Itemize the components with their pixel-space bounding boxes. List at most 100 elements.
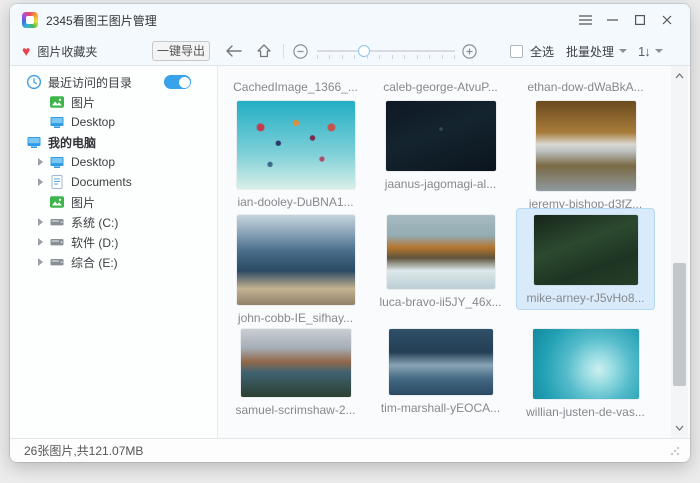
thumbnail-image[interactable] [386, 101, 496, 171]
sidebar-item-图片[interactable]: 图片 [10, 92, 217, 112]
zoom-out-button[interactable] [293, 36, 308, 66]
sidebar-item-label: Documents [71, 175, 132, 189]
sidebar-item-label: Desktop [71, 115, 115, 129]
resize-grip-icon[interactable] [670, 446, 680, 456]
gallery-item-name: willian-justen-de-vas... [526, 405, 645, 419]
gallery-item[interactable]: willian-justen-de-vas... [513, 322, 658, 436]
sidebar-recent-label: 最近访问的目录 [48, 74, 132, 91]
sort-icon: 1↓ [638, 44, 650, 59]
gallery-item[interactable]: CachedImage_1366_... [223, 66, 368, 94]
thumbnail-image[interactable] [533, 329, 639, 399]
minimize-button[interactable] [599, 9, 626, 31]
gallery-item-box[interactable]: samuel-scrimshaw-2... [225, 322, 365, 422]
gallery-item-box[interactable]: jaanus-jagomagi-al... [375, 94, 506, 196]
drive-icon [49, 254, 65, 270]
export-button[interactable]: 一键导出 [152, 41, 210, 61]
sidebar-item-desktop[interactable]: Desktop [10, 152, 217, 172]
scroll-down-icon[interactable] [671, 420, 688, 436]
gallery-item-name: luca-bravo-ii5JY_46x... [379, 295, 501, 309]
gallery-item-box[interactable]: tim-marshall-yEOCA... [371, 322, 510, 420]
gallery-item[interactable]: mike-arney-rJ5vHo8... [513, 208, 658, 322]
zoom-slider-ticks [317, 55, 455, 60]
sidebar-item-系统-c-[interactable]: 系统 (C:) [10, 212, 217, 232]
sidebar-computer-label: 我的电脑 [48, 134, 96, 151]
thumbnail-image[interactable] [237, 215, 355, 305]
gallery-item-box[interactable]: john-cobb-IE_sifhay... [227, 208, 365, 330]
titlebar: 2345看图王图片管理 [10, 4, 690, 36]
sidebar-item-desktop[interactable]: Desktop [10, 112, 217, 132]
recent-toggle-switch[interactable] [164, 75, 191, 89]
thumbnail-image[interactable] [389, 329, 493, 395]
toolbar: ♥ 图片收藏夹 一键导出 全选 批量处理 1↓ [10, 36, 690, 66]
menu-icon[interactable] [572, 9, 599, 31]
sidebar-item-label: Desktop [71, 155, 115, 169]
scrollbar-thumb[interactable] [673, 263, 686, 386]
gallery-item-box[interactable]: willian-justen-de-vas... [516, 322, 655, 424]
gallery-item-name: jaanus-jagomagi-al... [385, 177, 496, 191]
home-button[interactable] [256, 36, 272, 66]
sidebar-item-label: 综合 (E:) [71, 254, 118, 271]
back-button[interactable] [225, 36, 242, 66]
window-controls [572, 9, 680, 31]
sidebar-recent-header[interactable]: 最近访问的目录 [10, 72, 217, 92]
gallery-item[interactable]: jaanus-jagomagi-al... [368, 94, 513, 208]
thumbnail-image[interactable] [237, 101, 355, 189]
vertical-scrollbar[interactable] [671, 66, 688, 438]
sidebar-item-图片[interactable]: 图片 [10, 192, 217, 212]
gallery-item[interactable]: tim-marshall-yEOCA... [368, 322, 513, 436]
expander-icon[interactable] [38, 218, 43, 226]
favorites-group[interactable]: ♥ 图片收藏夹 [22, 36, 97, 66]
gallery-row: samuel-scrimshaw-2...tim-marshall-yEOCA.… [223, 322, 658, 436]
select-all-checkbox[interactable] [510, 45, 523, 58]
thumbnail-image[interactable] [387, 215, 495, 289]
expander-icon[interactable] [38, 178, 43, 186]
sidebar-recent-list: 图片 Desktop [10, 92, 217, 132]
gallery-item-box[interactable]: ian-dooley-DuBNA1... [227, 94, 365, 214]
gallery-item-box[interactable]: jeremy-bishop-d3fZ... [519, 94, 652, 216]
gallery-item[interactable]: ian-dooley-DuBNA1... [223, 94, 368, 208]
favorites-label: 图片收藏夹 [37, 43, 97, 60]
toolbar-divider [283, 44, 284, 58]
gallery-item-box[interactable]: luca-bravo-ii5JY_46x... [369, 208, 511, 314]
sidebar-computer-list: Desktop Documents 图片系统 (C:)软件 (D:) 综合 (E:) [10, 152, 217, 272]
close-button[interactable] [653, 9, 680, 31]
document-icon [49, 174, 65, 190]
status-text: 26张图片,共121.07MB [24, 442, 143, 459]
drive-icon [49, 214, 65, 230]
gallery-item[interactable]: jeremy-bishop-d3fZ... [513, 94, 658, 208]
chevron-down-icon [655, 49, 663, 53]
thumbnail-image[interactable] [536, 101, 636, 191]
window-title: 2345看图王图片管理 [46, 12, 157, 29]
zoom-in-button[interactable] [462, 36, 477, 66]
gallery-item-selected-box[interactable]: mike-arney-rJ5vHo8... [516, 208, 654, 310]
gallery-item[interactable]: luca-bravo-ii5JY_46x... [368, 208, 513, 322]
maximize-button[interactable] [626, 9, 653, 31]
gallery-item[interactable]: caleb-george-AtvuP... [368, 66, 513, 94]
chevron-down-icon [619, 49, 627, 53]
picture-icon [49, 94, 65, 110]
sort-dropdown[interactable]: 1↓ [638, 36, 663, 66]
thumbnail-image[interactable] [534, 215, 638, 285]
sidebar-computer-header[interactable]: 我的电脑 [10, 132, 217, 152]
expander-icon[interactable] [38, 158, 43, 166]
sidebar-item-label: 图片 [71, 94, 95, 111]
expander-icon[interactable] [38, 258, 43, 266]
gallery-item[interactable]: john-cobb-IE_sifhay... [223, 208, 368, 322]
heart-icon: ♥ [22, 44, 30, 58]
monitor-icon [49, 114, 65, 130]
sidebar-item-documents[interactable]: Documents [10, 172, 217, 192]
batch-process-dropdown[interactable]: 批量处理 [566, 36, 627, 66]
gallery-item-name: CachedImage_1366_... [233, 80, 358, 94]
expander-icon[interactable] [38, 238, 43, 246]
scroll-up-icon[interactable] [671, 68, 688, 84]
statusbar: 26张图片,共121.07MB [10, 438, 690, 462]
gallery-item[interactable]: ethan-dow-dWaBkA... [513, 66, 658, 94]
zoom-slider[interactable] [317, 50, 455, 52]
thumbnail-image[interactable] [241, 329, 351, 397]
gallery-item[interactable]: samuel-scrimshaw-2... [223, 322, 368, 436]
sidebar-item-软件-d-[interactable]: 软件 (D:) [10, 232, 217, 252]
select-all-group[interactable]: 全选 [510, 36, 554, 66]
sidebar-item-综合-e-[interactable]: 综合 (E:) [10, 252, 217, 272]
sidebar: 最近访问的目录 图片 Desktop 我的电脑 Desktop Documents 图… [10, 66, 218, 438]
gallery-row: ian-dooley-DuBNA1... jaanus-jagomagi-al..… [223, 94, 658, 208]
